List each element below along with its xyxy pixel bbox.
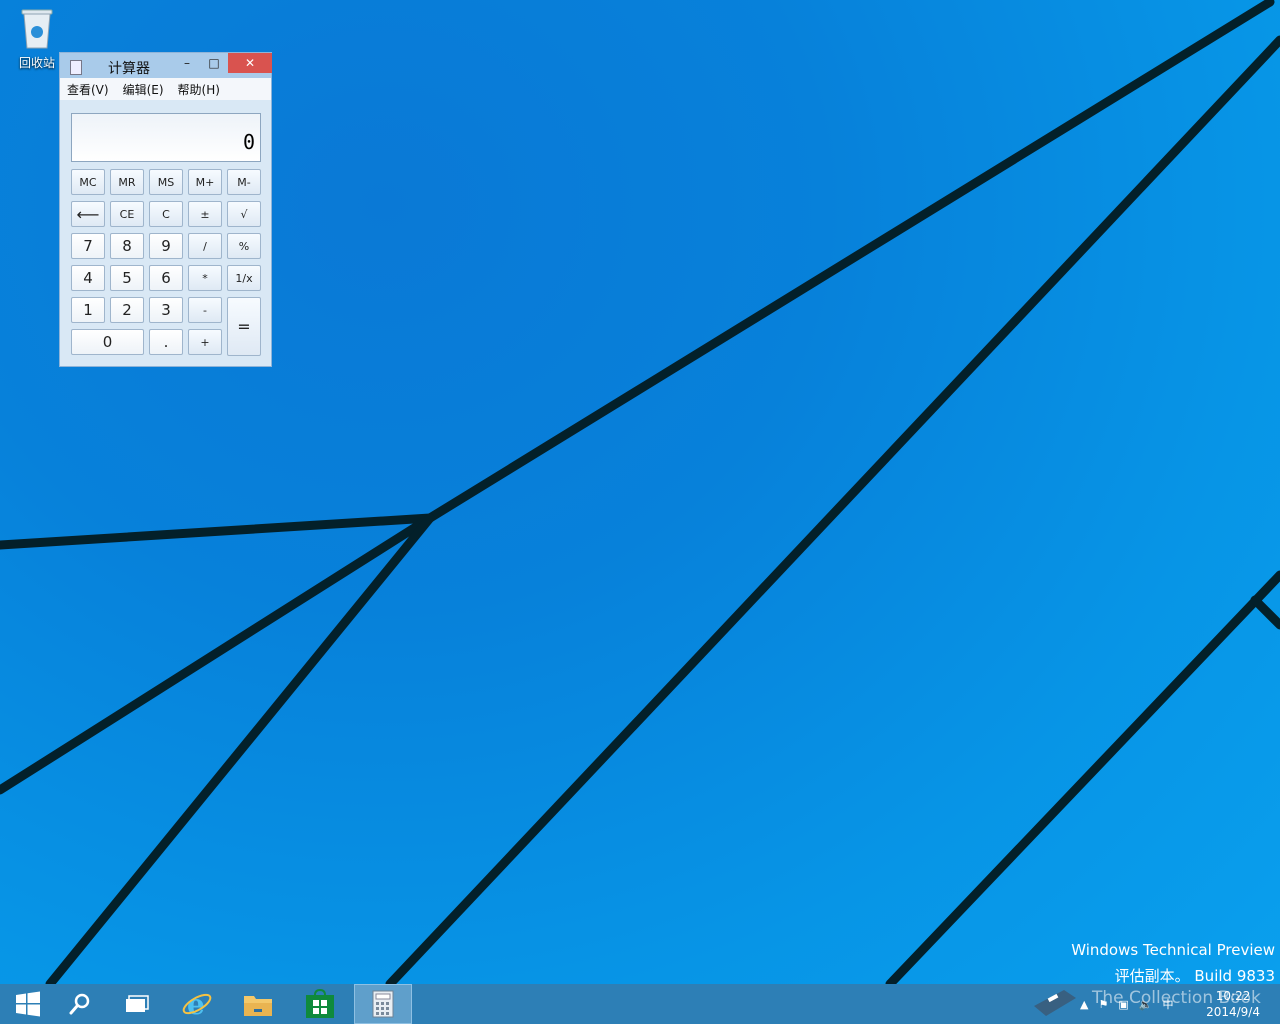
multiply-button[interactable]: * [188, 265, 222, 291]
file-explorer-icon [244, 996, 272, 1016]
maximize-button[interactable]: □ [201, 53, 227, 73]
digit-2-button[interactable]: 2 [110, 297, 144, 323]
calculator-app-icon [70, 60, 82, 75]
backspace-button[interactable]: ⟵ [71, 201, 105, 227]
show-hidden-icons-icon[interactable]: ▲ [1080, 998, 1088, 1011]
calculator-display: 0 [71, 113, 261, 162]
window-title: 计算器 [108, 61, 150, 77]
build-watermark-line2: 评估副本。 Build 9833 [1114, 967, 1275, 985]
start-button[interactable] [0, 984, 56, 1024]
clear-entry-button[interactable]: CE [110, 201, 144, 227]
search-button[interactable] [52, 984, 108, 1024]
menu-view[interactable]: 查看(V) [67, 81, 109, 98]
digit-3-button[interactable]: 3 [149, 297, 183, 323]
calculator-window[interactable]: 计算器 – □ ✕ 查看(V) 编辑(E) 帮助(H) 0 MC MR MS M… [59, 52, 272, 367]
search-icon [69, 993, 90, 1015]
memory-subtract-button[interactable]: M- [227, 169, 261, 195]
close-button[interactable]: ✕ [228, 53, 272, 73]
square-root-button[interactable]: √ [227, 201, 261, 227]
task-view-button[interactable] [109, 984, 165, 1024]
memory-clear-button[interactable]: MC [71, 169, 105, 195]
recycle-bin-label: 回收站 [18, 56, 55, 70]
internet-explorer-button[interactable]: e [169, 984, 225, 1024]
svg-text:e: e [187, 988, 205, 1020]
recycle-bin-shortcut[interactable]: 回收站 [12, 6, 62, 71]
digit-1-button[interactable]: 1 [71, 297, 105, 323]
overlay-watermark-text: The Collection Book [1092, 988, 1261, 1008]
recycle-bin-icon [19, 6, 55, 50]
digit-5-button[interactable]: 5 [110, 265, 144, 291]
file-explorer-button[interactable] [230, 984, 286, 1024]
subtract-button[interactable]: - [188, 297, 222, 323]
digit-4-button[interactable]: 4 [71, 265, 105, 291]
memory-recall-button[interactable]: MR [110, 169, 144, 195]
calculator-icon [372, 990, 394, 1018]
calculator-taskbar-button[interactable] [354, 984, 412, 1024]
digit-0-button[interactable]: 0 [71, 329, 144, 355]
minimize-button[interactable]: – [174, 53, 200, 73]
equals-button[interactable]: = [227, 297, 261, 356]
menu-edit[interactable]: 编辑(E) [123, 81, 164, 98]
digit-8-button[interactable]: 8 [110, 233, 144, 259]
build-watermark-line1: Windows Technical Preview [1071, 941, 1275, 959]
digit-7-button[interactable]: 7 [71, 233, 105, 259]
divide-button[interactable]: / [188, 233, 222, 259]
menu-bar: 查看(V) 编辑(E) 帮助(H) [60, 78, 271, 100]
clear-button[interactable]: C [149, 201, 183, 227]
add-button[interactable]: + [188, 329, 222, 355]
decimal-point-button[interactable]: . [149, 329, 183, 355]
notification-area [1030, 984, 1080, 1024]
taskbar: e ▲ ⚑ ▣ 🔈 中 10:22 2014/9/4 The Collectio… [0, 984, 1280, 1024]
reciprocal-button[interactable]: 1/x [227, 265, 261, 291]
memory-store-button[interactable]: MS [149, 169, 183, 195]
store-icon [306, 989, 334, 1018]
start-icon [16, 991, 40, 1017]
memory-add-button[interactable]: M+ [188, 169, 222, 195]
internet-explorer-icon: e [182, 988, 212, 1020]
digit-6-button[interactable]: 6 [149, 265, 183, 291]
negate-button[interactable]: ± [188, 201, 222, 227]
menu-help[interactable]: 帮助(H) [178, 81, 220, 98]
task-view-icon [126, 995, 149, 1012]
percent-button[interactable]: % [227, 233, 261, 259]
book-logo-icon [1034, 990, 1076, 1016]
display-value: 0 [242, 130, 255, 154]
calculator-titlebar[interactable]: 计算器 – □ ✕ [60, 53, 272, 78]
store-button[interactable] [292, 984, 348, 1024]
digit-9-button[interactable]: 9 [149, 233, 183, 259]
